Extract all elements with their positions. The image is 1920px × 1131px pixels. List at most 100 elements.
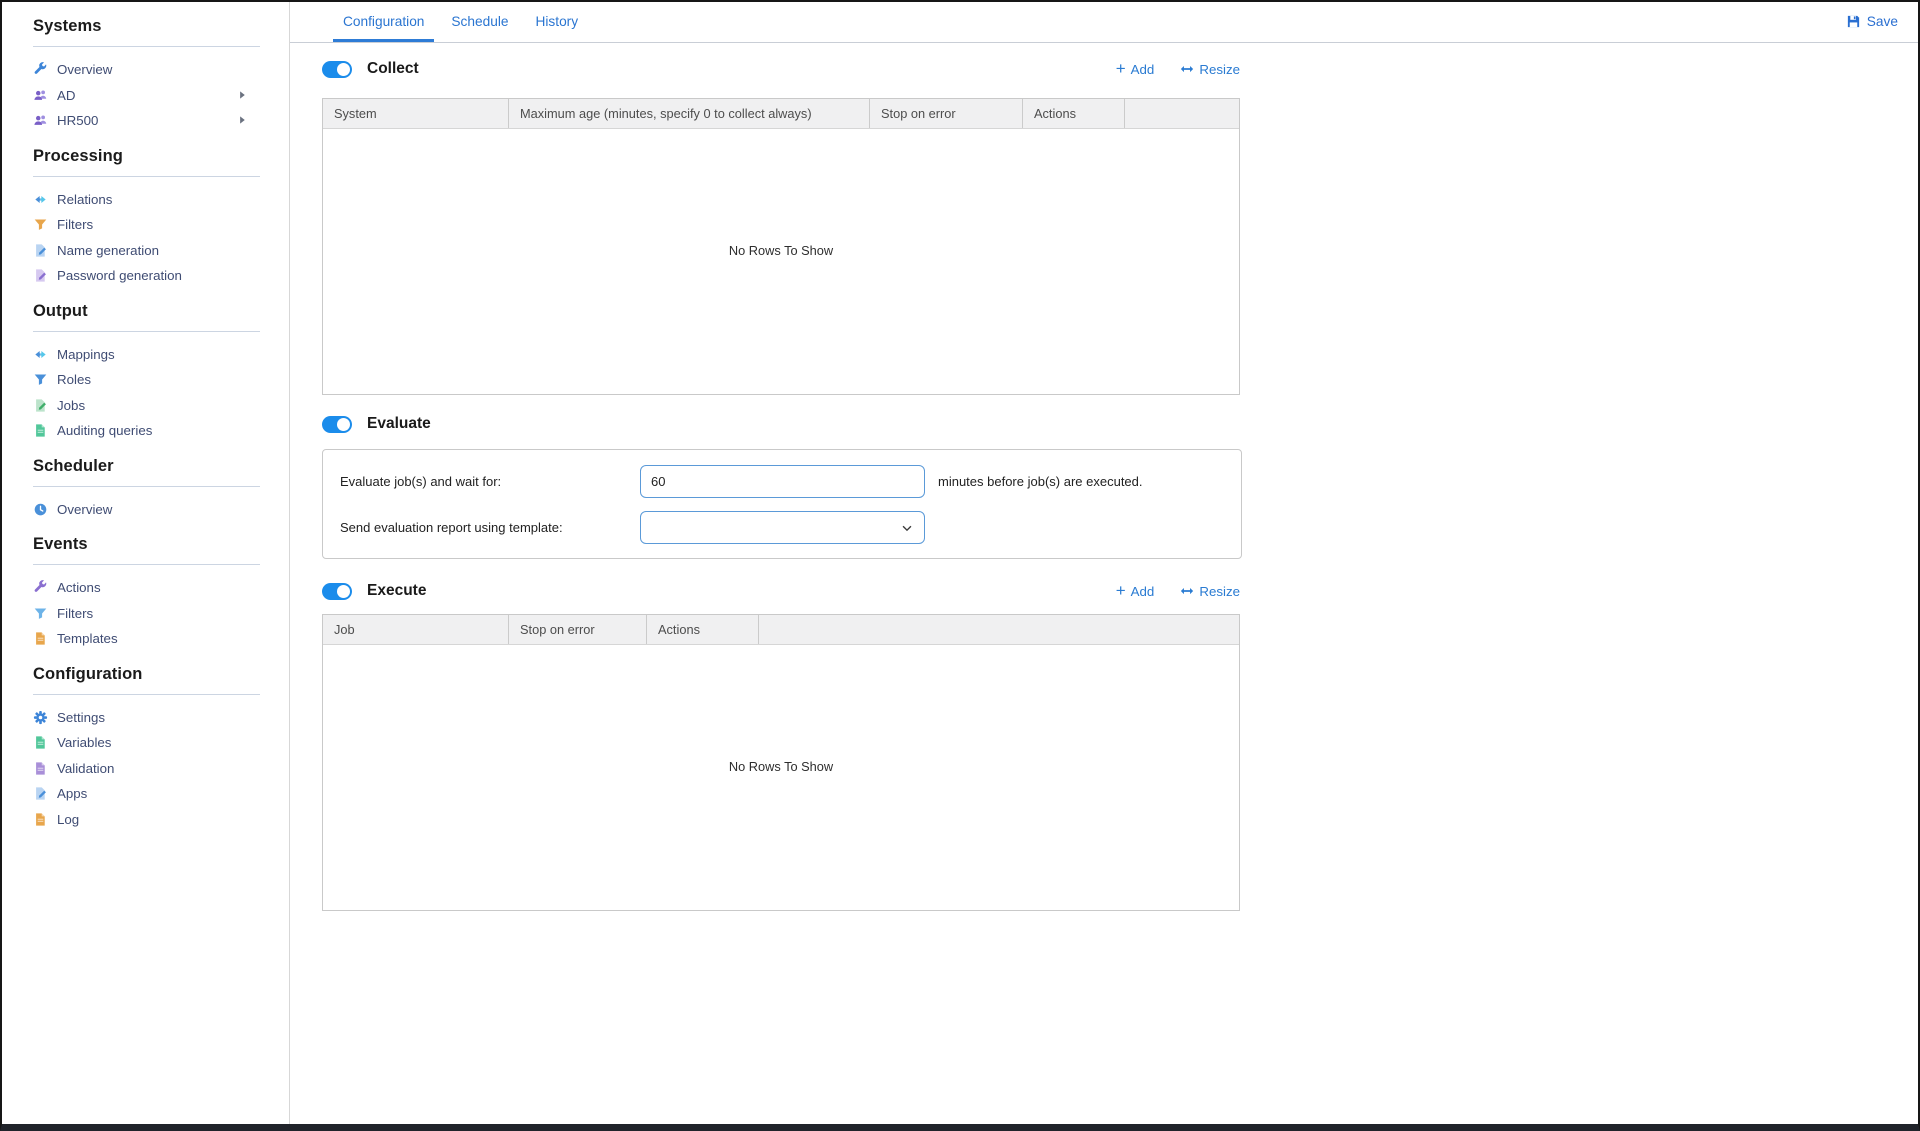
sidebar: Systems Overview AD HR500 Processing Rel… <box>0 0 290 1131</box>
sidebar-item-variables[interactable]: Variables <box>33 730 270 756</box>
section-title-scheduler: Scheduler <box>33 457 289 476</box>
sidebar-item-label: Relations <box>57 192 112 207</box>
template-select[interactable] <box>640 511 925 544</box>
execute-title: Execute <box>367 582 426 600</box>
sidebar-item-label: Overview <box>57 502 112 517</box>
execute-toggle[interactable] <box>322 583 352 600</box>
collect-toggle[interactable] <box>322 61 352 78</box>
sidebar-item-settings[interactable]: Settings <box>33 705 270 731</box>
sidebar-item-auditing-queries[interactable]: Auditing queries <box>33 418 270 444</box>
divider <box>33 176 260 177</box>
sidebar-item-templates[interactable]: Templates <box>33 626 270 652</box>
sidebar-item-label: Variables <box>57 735 111 750</box>
sidebar-item-overview[interactable]: Overview <box>33 57 270 83</box>
chevron-right-icon <box>236 89 248 101</box>
sidebar-item-ad[interactable]: AD <box>33 83 270 109</box>
sidebar-section-events: Events Actions Filters Templates <box>33 535 289 652</box>
funnel-icon <box>33 217 48 232</box>
toggle-knob <box>337 418 350 431</box>
relation-arrows-icon <box>33 192 48 207</box>
execute-table-body: No Rows To Show <box>323 645 1239 910</box>
save-button[interactable]: Save <box>1846 0 1898 43</box>
sidebar-item-actions[interactable]: Actions <box>33 575 270 601</box>
users-icon <box>33 113 48 128</box>
save-icon <box>1846 14 1861 29</box>
resize-label: Resize <box>1199 62 1240 77</box>
resize-arrows-icon <box>1180 584 1194 598</box>
column-header-maximum-age: Maximum age (minutes, specify 0 to colle… <box>508 99 869 128</box>
collect-title: Collect <box>367 60 419 78</box>
collect-resize-button[interactable]: Resize <box>1180 61 1240 77</box>
sidebar-item-label: Templates <box>57 631 118 646</box>
sidebar-item-scheduler-overview[interactable]: Overview <box>33 497 270 523</box>
sidebar-item-label: Log <box>57 812 79 827</box>
sidebar-item-roles[interactable]: Roles <box>33 367 270 393</box>
save-label: Save <box>1867 14 1898 29</box>
resize-label: Resize <box>1199 584 1240 599</box>
collect-section-header: Collect + Add Resize <box>322 60 1240 78</box>
sidebar-item-validation[interactable]: Validation <box>33 756 270 782</box>
document-icon <box>33 735 48 750</box>
toggle-knob <box>337 63 350 76</box>
column-header-stop-on-error: Stop on error <box>508 615 646 644</box>
sidebar-item-password-generation[interactable]: Password generation <box>33 263 270 289</box>
section-title-systems: Systems <box>33 17 289 36</box>
section-title-events: Events <box>33 535 289 554</box>
funnel-icon <box>33 372 48 387</box>
execute-add-button[interactable]: + Add <box>1116 583 1155 599</box>
sidebar-item-filters-processing[interactable]: Filters <box>33 212 270 238</box>
sidebar-item-label: Password generation <box>57 268 182 283</box>
document-icon <box>33 631 48 646</box>
sidebar-item-label: Validation <box>57 761 114 776</box>
execute-table: Job Stop on error Actions No Rows To Sho… <box>322 614 1240 911</box>
evaluate-wait-input[interactable] <box>640 465 925 498</box>
sidebar-item-jobs[interactable]: Jobs <box>33 393 270 419</box>
sidebar-item-filters-events[interactable]: Filters <box>33 601 270 627</box>
execute-resize-button[interactable]: Resize <box>1180 583 1240 599</box>
wrench-icon <box>33 580 48 595</box>
execute-section-header: Execute + Add Resize <box>322 582 1240 600</box>
sidebar-item-name-generation[interactable]: Name generation <box>33 238 270 264</box>
evaluate-wait-suffix: minutes before job(s) are executed. <box>938 465 1143 498</box>
document-icon <box>33 761 48 776</box>
collect-add-button[interactable]: + Add <box>1116 61 1155 77</box>
document-edit-icon <box>33 268 48 283</box>
sidebar-item-label: Name generation <box>57 243 159 258</box>
column-header-stop-on-error: Stop on error <box>869 99 1022 128</box>
sidebar-section-processing: Processing Relations Filters Name genera… <box>33 147 289 289</box>
tab-bar: Configuration Schedule History Save <box>290 0 1920 43</box>
sidebar-section-configuration: Configuration Settings Variables Validat… <box>33 665 289 833</box>
users-icon <box>33 88 48 103</box>
sidebar-item-mappings[interactable]: Mappings <box>33 342 270 368</box>
sidebar-section-scheduler: Scheduler Overview <box>33 457 289 523</box>
execute-empty-message: No Rows To Show <box>323 759 1239 774</box>
divider <box>33 46 260 47</box>
divider <box>33 564 260 565</box>
tab-history[interactable]: History <box>526 0 589 42</box>
resize-arrows-icon <box>1180 62 1194 76</box>
sidebar-item-apps[interactable]: Apps <box>33 781 270 807</box>
sidebar-item-label: AD <box>57 88 75 103</box>
tab-configuration[interactable]: Configuration <box>333 0 434 42</box>
execute-table-header: Job Stop on error Actions <box>323 615 1239 645</box>
sidebar-section-systems: Systems Overview AD HR500 <box>33 17 289 134</box>
collect-empty-message: No Rows To Show <box>323 243 1239 258</box>
tab-schedule[interactable]: Schedule <box>441 0 518 42</box>
divider <box>33 486 260 487</box>
section-title-output: Output <box>33 302 289 321</box>
gear-icon <box>33 710 48 725</box>
sidebar-item-label: Mappings <box>57 347 115 362</box>
evaluate-template-label: Send evaluation report using template: <box>340 511 563 544</box>
column-header-job: Job <box>323 615 508 644</box>
sidebar-item-log[interactable]: Log <box>33 807 270 833</box>
sidebar-item-label: Auditing queries <box>57 423 152 438</box>
column-header-actions: Actions <box>646 615 758 644</box>
evaluate-toggle[interactable] <box>322 416 352 433</box>
wrench-icon <box>33 62 48 77</box>
sidebar-item-hr500[interactable]: HR500 <box>33 108 270 134</box>
main-panel: Configuration Schedule History Save Coll… <box>290 0 1920 1131</box>
evaluate-title: Evaluate <box>367 415 431 433</box>
sidebar-item-relations[interactable]: Relations <box>33 187 270 213</box>
column-header-actions: Actions <box>1022 99 1124 128</box>
relation-arrows-icon <box>33 347 48 362</box>
